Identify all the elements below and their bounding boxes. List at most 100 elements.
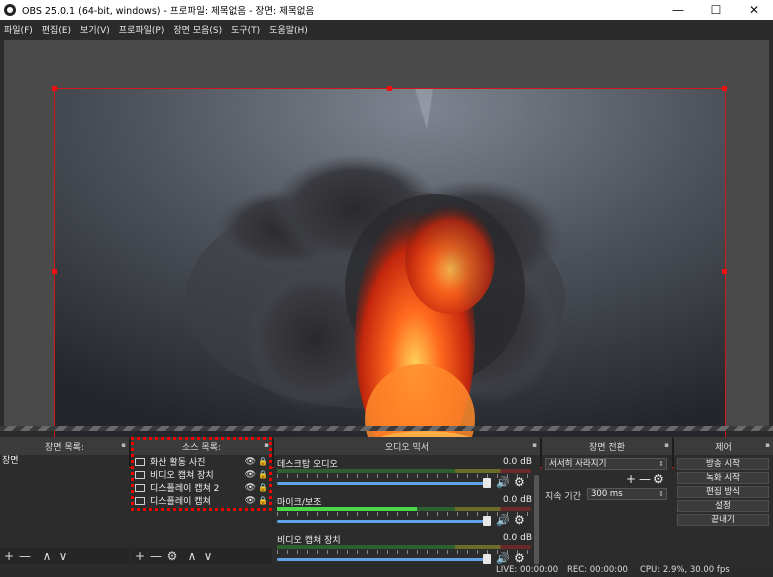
move-scene-down-button[interactable]: ∨ [57, 550, 69, 562]
add-source-button[interactable]: + [134, 550, 146, 562]
controls-body: 방송 시작 녹화 시작 편집 방식 설정 끝내기 [674, 455, 773, 564]
dock-grip-icon[interactable]: ▪ [121, 441, 126, 449]
menu-profile[interactable]: 프로파일(P) [119, 23, 165, 36]
mixer-header: 오디오 믹서 ▪ [274, 437, 540, 455]
live-timer: LIVE: 00:00:00 [496, 565, 559, 575]
remove-transition-button[interactable]: — [639, 472, 651, 486]
channel-db: 0.0 dB [502, 533, 532, 543]
add-scene-button[interactable]: + [3, 550, 15, 562]
gear-icon[interactable]: ⚙ [514, 513, 525, 527]
visibility-eye-icon[interactable]: 👁 [245, 470, 256, 480]
channel-db: 0.0 dB [502, 457, 532, 467]
volume-slider[interactable] [277, 520, 489, 523]
spin-arrows-icon[interactable]: ⇕ [658, 489, 664, 499]
studio-mode-button[interactable]: 편집 방식 [677, 486, 769, 498]
resize-handle-top[interactable] [387, 86, 392, 91]
visibility-eye-icon[interactable]: 👁 [245, 457, 256, 467]
mixer-channel: 마이크/보조 0.0 dB 🔊 ⚙ [276, 495, 534, 533]
gear-icon[interactable]: ⚙ [514, 475, 525, 489]
title-bar: OBS 25.0.1 (64-bit, windows) - 프로파일: 제목없… [0, 0, 773, 20]
resize-handle-left[interactable] [52, 269, 57, 274]
minimize-button[interactable]: — [659, 0, 697, 20]
scenes-dock: 장면 목록: ▪ 장면 + — ∧ ∨ [0, 437, 129, 564]
volume-meter [277, 469, 531, 473]
camera-icon [135, 470, 145, 479]
source-item[interactable]: 비디오 캡쳐 장치 👁 🔒 [131, 468, 272, 481]
menu-edit[interactable]: 편집(E) [42, 23, 71, 36]
sources-list: 화산 활동 사진 👁 🔒 비디오 캡쳐 장치 👁 🔒 디스플레이 캡쳐 2 👁 … [131, 455, 272, 548]
menu-view[interactable]: 보기(V) [80, 23, 110, 36]
volume-slider[interactable] [277, 482, 489, 485]
resize-handle-top-right[interactable] [722, 86, 727, 91]
duration-spinbox[interactable]: 300 ms ⇕ [587, 488, 667, 500]
source-item[interactable]: 화산 활동 사진 👁 🔒 [131, 455, 272, 468]
dock-grip-icon[interactable]: ▪ [532, 441, 537, 449]
visibility-eye-icon[interactable]: 👁 [245, 483, 256, 493]
dock-grip-icon[interactable]: ▪ [264, 441, 269, 449]
scene-item[interactable]: 장면 [0, 455, 129, 468]
visibility-eye-icon[interactable]: 👁 [245, 496, 256, 506]
source-label: 비디오 캡쳐 장치 [150, 471, 214, 481]
move-scene-up-button[interactable]: ∧ [41, 550, 53, 562]
duration-label: 지속 기간 [545, 492, 581, 502]
resize-handle-right[interactable] [722, 269, 727, 274]
volume-slider-knob[interactable] [483, 554, 491, 564]
source-item[interactable]: 디스플레이 캡쳐 2 👁 🔒 [131, 481, 272, 494]
close-button[interactable]: ✕ [735, 0, 773, 20]
image-icon [135, 457, 145, 466]
mixer-body: 데스크탑 오디오 0.0 dB 🔊 ⚙ 마이크/보조 0.0 dB 🔊 ⚙ 비디… [274, 455, 540, 565]
volume-slider[interactable] [277, 558, 489, 561]
source-label: 디스플레이 캡쳐 [150, 497, 211, 507]
transitions-header: 장면 전환 ▪ [542, 437, 672, 455]
menu-file[interactable]: 파일(F) [4, 23, 33, 36]
start-recording-button[interactable]: 녹화 시작 [677, 472, 769, 484]
preview-canvas[interactable] [4, 40, 769, 468]
dock-grip-icon[interactable]: ▪ [765, 441, 770, 449]
resize-handle-top-left[interactable] [52, 86, 57, 91]
audio-mixer-dock: 오디오 믹서 ▪ 데스크탑 오디오 0.0 dB 🔊 ⚙ 마이크/보조 0.0 … [274, 437, 540, 565]
controls-header: 제어 ▪ [674, 437, 773, 455]
source-label: 화산 활동 사진 [150, 458, 206, 468]
maximize-button[interactable]: ☐ [697, 0, 735, 20]
source-label: 디스플레이 캡쳐 2 [150, 484, 220, 494]
scenes-header-label: 장면 목록: [44, 442, 84, 453]
volume-slider-knob[interactable] [483, 478, 491, 488]
meter-level-fill [277, 507, 417, 511]
channel-db: 0.0 dB [502, 495, 532, 505]
add-transition-button[interactable]: + [626, 472, 636, 486]
gear-icon[interactable]: ⚙ [514, 551, 525, 565]
meter-ticks [277, 550, 531, 554]
source-item[interactable]: 디스플레이 캡쳐 👁 🔒 [131, 494, 272, 507]
transitions-body: 서서히 사라지기 ⇕ + — ⚙ 지속 기간 300 ms ⇕ [542, 455, 672, 564]
lock-icon[interactable]: 🔒 [258, 457, 268, 466]
mixer-scrollbar[interactable] [534, 475, 539, 565]
transition-properties-gear-icon[interactable]: ⚙ [653, 472, 664, 486]
volume-meter [277, 545, 531, 549]
sources-dock: 소스 목록: ▪ 화산 활동 사진 👁 🔒 비디오 캡쳐 장치 👁 🔒 디스플레… [131, 437, 272, 564]
move-source-down-button[interactable]: ∨ [202, 550, 214, 562]
lock-icon[interactable]: 🔒 [258, 496, 268, 505]
lock-icon[interactable]: 🔒 [258, 483, 268, 492]
transition-select[interactable]: 서서히 사라지기 ⇕ [545, 458, 667, 470]
monitor-icon [135, 483, 145, 492]
volcano-preview-image[interactable] [55, 89, 725, 467]
menu-scene-collection[interactable]: 장면 모음(S) [173, 23, 222, 36]
dock-grip-icon[interactable]: ▪ [664, 441, 669, 449]
controls-dock: 제어 ▪ 방송 시작 녹화 시작 편집 방식 설정 끝내기 [674, 437, 773, 564]
menu-tools[interactable]: 도구(T) [231, 23, 260, 36]
source-properties-gear-icon[interactable]: ⚙ [166, 550, 178, 562]
menu-help[interactable]: 도움말(H) [269, 23, 308, 36]
speaker-icon[interactable]: 🔊 [496, 514, 510, 527]
lock-icon[interactable]: 🔒 [258, 470, 268, 479]
speaker-icon[interactable]: 🔊 [496, 476, 510, 489]
remove-scene-button[interactable]: — [19, 550, 31, 562]
exit-button[interactable]: 끝내기 [677, 514, 769, 526]
volume-slider-knob[interactable] [483, 516, 491, 526]
scenes-header: 장면 목록: ▪ [0, 437, 129, 455]
remove-source-button[interactable]: — [150, 550, 162, 562]
sources-header: 소스 목록: ▪ [131, 437, 272, 455]
transitions-dock: 장면 전환 ▪ 서서히 사라지기 ⇕ + — ⚙ 지속 기간 300 ms ⇕ [542, 437, 672, 564]
start-streaming-button[interactable]: 방송 시작 [677, 458, 769, 470]
settings-button[interactable]: 설정 [677, 500, 769, 512]
move-source-up-button[interactable]: ∧ [186, 550, 198, 562]
